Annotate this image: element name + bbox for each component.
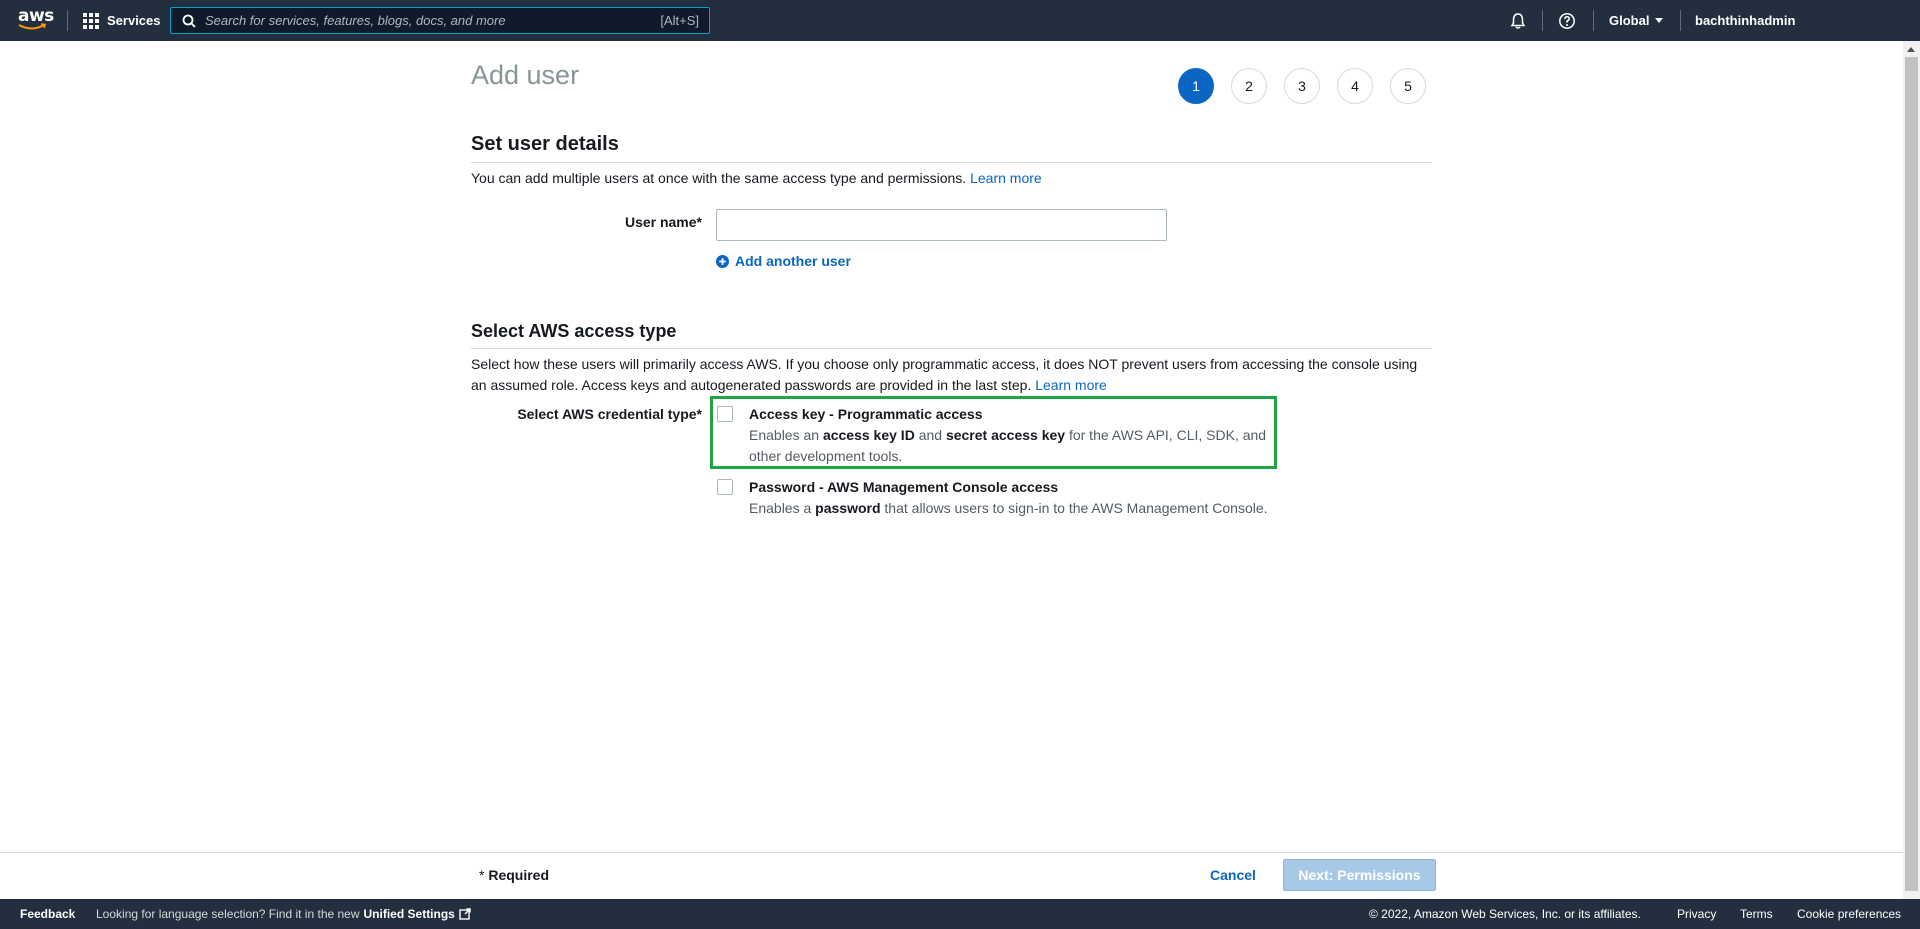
section-title-access-type: Select AWS access type xyxy=(471,321,677,341)
unified-settings-link[interactable]: Unified Settings xyxy=(364,907,455,921)
password-option-title: Password - AWS Management Console access xyxy=(749,479,1059,495)
learn-more-link[interactable]: Learn more xyxy=(1035,377,1107,393)
add-another-user-label: Add another user xyxy=(735,253,851,269)
wizard-steps: 1 2 3 4 5 xyxy=(1178,68,1426,104)
plus-circle-icon xyxy=(716,254,729,268)
username-label: User name* xyxy=(624,214,702,230)
section-divider xyxy=(471,348,1432,349)
wizard-action-bar xyxy=(0,852,1903,899)
access-type-description: Select how these users will primarily ac… xyxy=(471,356,1418,393)
copyright-text: © 2022, Amazon Web Services, Inc. or its… xyxy=(1369,907,1641,921)
aws-logo[interactable]: aws xyxy=(18,8,54,34)
nav-divider xyxy=(67,10,68,31)
scrollbar-thumb[interactable] xyxy=(1905,57,1918,891)
grid-icon xyxy=(83,12,99,29)
account-menu[interactable]: bachthinhadmin xyxy=(1695,0,1795,41)
account-name: bachthinhadmin xyxy=(1695,13,1796,28)
step-4[interactable]: 4 xyxy=(1337,68,1373,104)
step-2[interactable]: 2 xyxy=(1231,68,1267,104)
services-menu-button[interactable]: Services xyxy=(83,0,161,41)
step-5[interactable]: 5 xyxy=(1390,68,1426,104)
learn-more-link[interactable]: Learn more xyxy=(970,170,1042,186)
user-details-description: You can add multiple users at once with … xyxy=(471,170,1042,186)
password-option-description: Enables a password that allows users to … xyxy=(749,500,1268,516)
cookie-preferences-link[interactable]: Cookie preferences xyxy=(1797,899,1901,929)
scroll-up-arrow-icon[interactable] xyxy=(1907,47,1915,52)
language-notice: Looking for language selection? Find it … xyxy=(96,899,471,929)
access-key-option-description: Enables an access key ID and secret acce… xyxy=(749,427,1267,464)
access-key-checkbox[interactable] xyxy=(717,406,733,422)
password-checkbox[interactable] xyxy=(717,479,733,495)
privacy-link[interactable]: Privacy xyxy=(1677,899,1716,929)
region-label: Global xyxy=(1609,13,1650,28)
bell-icon[interactable] xyxy=(1509,12,1527,30)
step-3[interactable]: 3 xyxy=(1284,68,1320,104)
nav-divider xyxy=(1542,10,1543,31)
section-title-user-details: Set user details xyxy=(471,133,619,155)
required-note: * Required xyxy=(479,867,550,883)
add-another-user-link[interactable]: Add another user xyxy=(716,253,851,269)
top-navigation: aws Services [Alt+S] Global bachthi xyxy=(0,0,1920,41)
caret-down-icon xyxy=(1655,18,1664,23)
external-link-icon xyxy=(459,908,471,920)
aws-logo-text: aws xyxy=(18,6,54,26)
credential-type-label: Select AWS credential type* xyxy=(517,406,702,422)
search-bar[interactable]: [Alt+S] xyxy=(170,7,710,34)
nav-divider xyxy=(1680,10,1681,31)
scrollbar[interactable] xyxy=(1903,41,1920,899)
services-label: Services xyxy=(107,13,161,28)
section-divider xyxy=(471,162,1432,163)
next-permissions-button[interactable]: Next: Permissions xyxy=(1283,859,1436,891)
page-title: Add user xyxy=(471,60,580,90)
search-input[interactable] xyxy=(196,13,661,28)
nav-divider xyxy=(1593,10,1594,31)
help-icon[interactable] xyxy=(1558,12,1576,30)
username-input[interactable] xyxy=(716,209,1167,241)
terms-link[interactable]: Terms xyxy=(1740,899,1773,929)
step-1[interactable]: 1 xyxy=(1178,68,1214,104)
cancel-button[interactable]: Cancel xyxy=(1210,867,1256,883)
console-footer: Feedback Looking for language selection?… xyxy=(0,899,1920,929)
search-shortcut-hint: [Alt+S] xyxy=(660,13,699,28)
access-key-option-title: Access key - Programmatic access xyxy=(749,406,983,422)
region-selector[interactable]: Global xyxy=(1609,0,1664,41)
search-icon xyxy=(182,14,196,28)
feedback-link[interactable]: Feedback xyxy=(20,899,75,929)
